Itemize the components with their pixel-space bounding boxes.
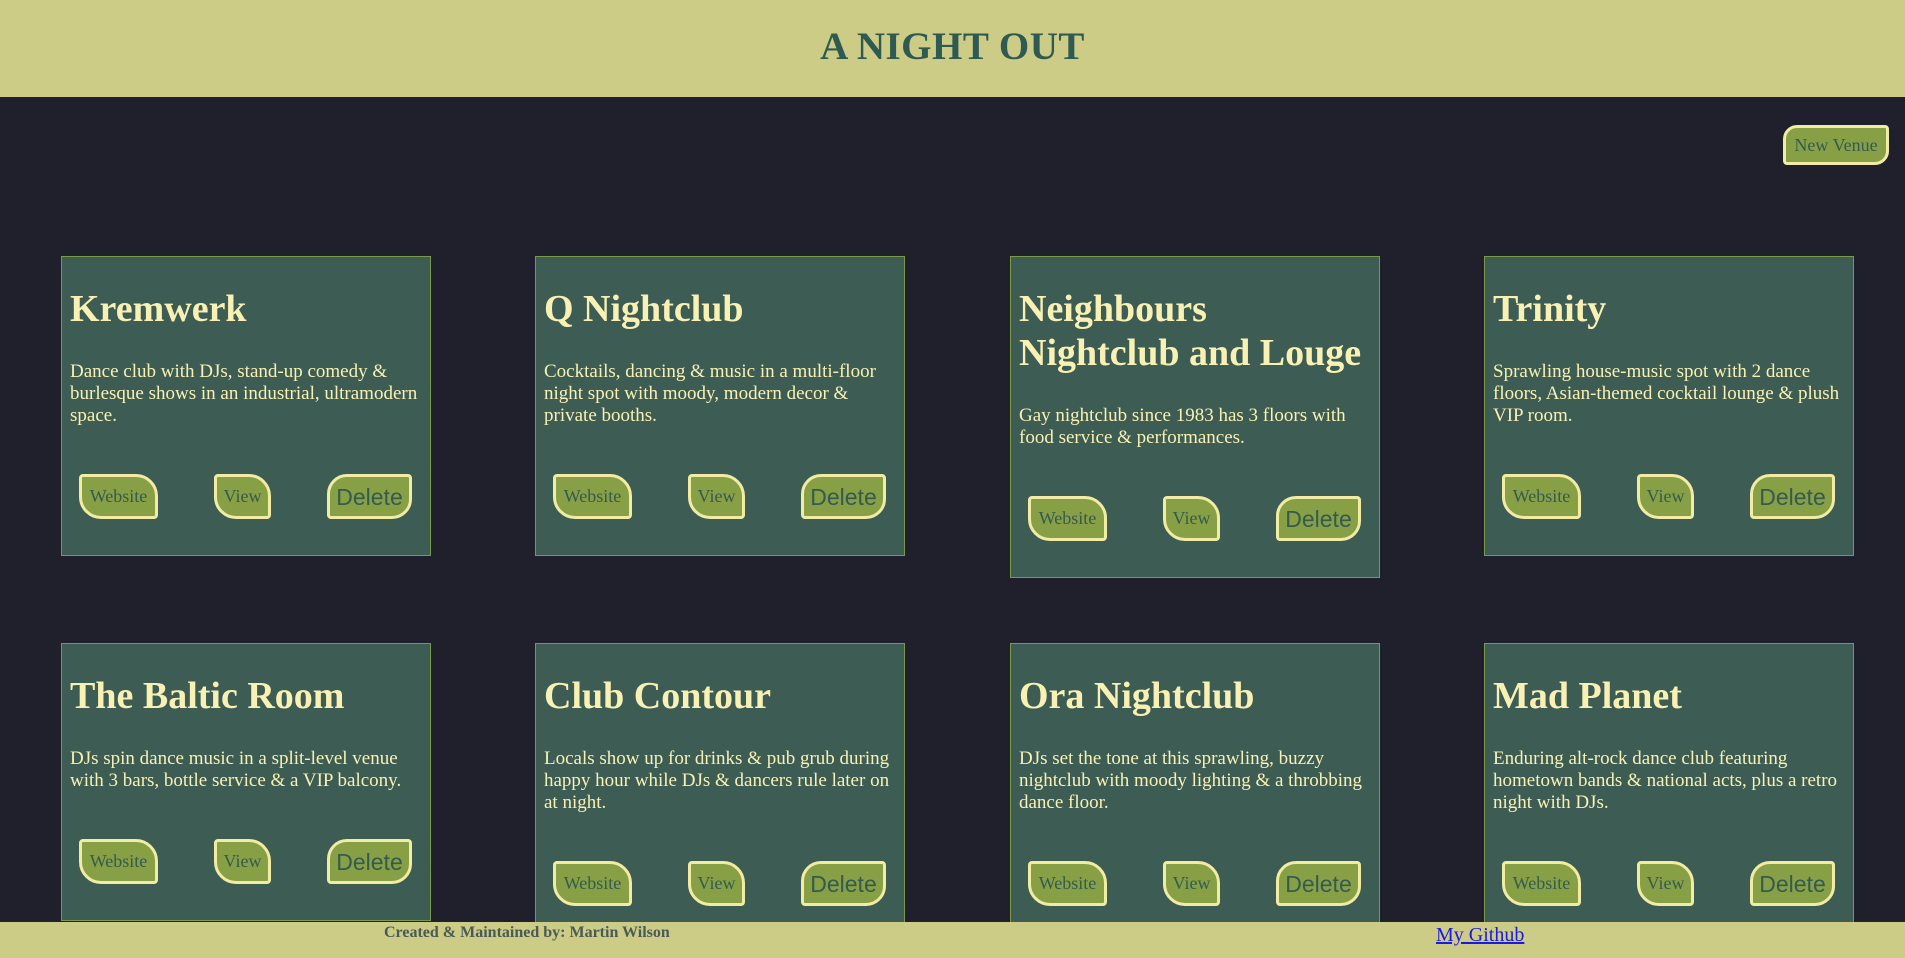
site-title: A NIGHT OUT (820, 25, 1085, 68)
website-button[interactable]: Website (1502, 861, 1581, 906)
delete-button[interactable]: Delete (1750, 861, 1835, 906)
venue-card: Kremwerk Dance club with DJs, stand-up c… (61, 256, 431, 556)
delete-button[interactable]: Delete (1276, 861, 1361, 906)
view-button[interactable]: View (1637, 861, 1694, 906)
venue-card: Mad Planet Enduring alt-rock dance club … (1484, 643, 1854, 943)
website-button[interactable]: Website (553, 861, 632, 906)
venue-description: Cocktails, dancing & music in a multi-fl… (544, 361, 876, 426)
website-button[interactable]: Website (79, 474, 158, 519)
venue-name: Ora Nightclub (1019, 675, 1255, 717)
venue-name: Trinity (1493, 288, 1607, 330)
delete-button[interactable]: Delete (801, 861, 886, 906)
venue-name: Kremwerk (70, 288, 247, 330)
website-button[interactable]: Website (79, 839, 158, 884)
venue-description: Enduring alt-rock dance club featuring h… (1493, 748, 1838, 813)
venue-card: Trinity Sprawling house-music spot with … (1484, 256, 1854, 556)
venue-description: Dance club with DJs, stand-up comedy & b… (70, 361, 418, 426)
website-button[interactable]: Website (1502, 474, 1581, 519)
view-button[interactable]: View (1163, 496, 1220, 541)
venue-card: Club Contour Locals show up for drinks &… (535, 643, 905, 943)
new-venue-button[interactable]: New Venue (1783, 125, 1889, 165)
venue-description: Gay nightclub since 1983 has 3 floors wi… (1019, 405, 1346, 448)
website-button[interactable]: Website (553, 474, 632, 519)
view-button[interactable]: View (688, 474, 745, 519)
footer-credit: Created & Maintained by: Martin Wilson (384, 924, 670, 941)
venue-name: The Baltic Room (70, 675, 345, 717)
venue-description: DJs set the tone at this sprawling, buzz… (1019, 748, 1363, 813)
venue-description: Locals show up for drinks & pub grub dur… (544, 748, 890, 813)
venue-card: The Baltic Room DJs spin dance music in … (61, 643, 431, 921)
delete-button[interactable]: Delete (1750, 474, 1835, 519)
view-button[interactable]: View (1637, 474, 1694, 519)
website-button[interactable]: Website (1028, 496, 1107, 541)
delete-button[interactable]: Delete (801, 474, 886, 519)
venue-card: Neighbours Nightclub and Louge Gay night… (1010, 256, 1380, 578)
delete-button[interactable]: Delete (327, 474, 412, 519)
view-button[interactable]: View (214, 839, 271, 884)
venue-description: Sprawling house-music spot with 2 dance … (1493, 361, 1840, 426)
venue-name: Mad Planet (1493, 675, 1682, 717)
venue-card: Q Nightclub Cocktails, dancing & music i… (535, 256, 905, 556)
venue-name: Neighbours Nightclub and Louge (1019, 288, 1362, 374)
venue-card: Ora Nightclub DJs set the tone at this s… (1010, 643, 1380, 943)
view-button[interactable]: View (1163, 861, 1220, 906)
view-button[interactable]: View (688, 861, 745, 906)
view-button[interactable]: View (214, 474, 271, 519)
github-link[interactable]: My Github (1436, 924, 1524, 947)
site-footer: Created & Maintained by: Martin Wilson M… (0, 922, 1905, 958)
venue-description: DJs spin dance music in a split-level ve… (70, 748, 402, 791)
delete-button[interactable]: Delete (327, 839, 412, 884)
delete-button[interactable]: Delete (1276, 496, 1361, 541)
venue-name: Club Contour (544, 675, 771, 717)
venue-name: Q Nightclub (544, 288, 744, 330)
website-button[interactable]: Website (1028, 861, 1107, 906)
site-header: A NIGHT OUT (0, 0, 1905, 97)
